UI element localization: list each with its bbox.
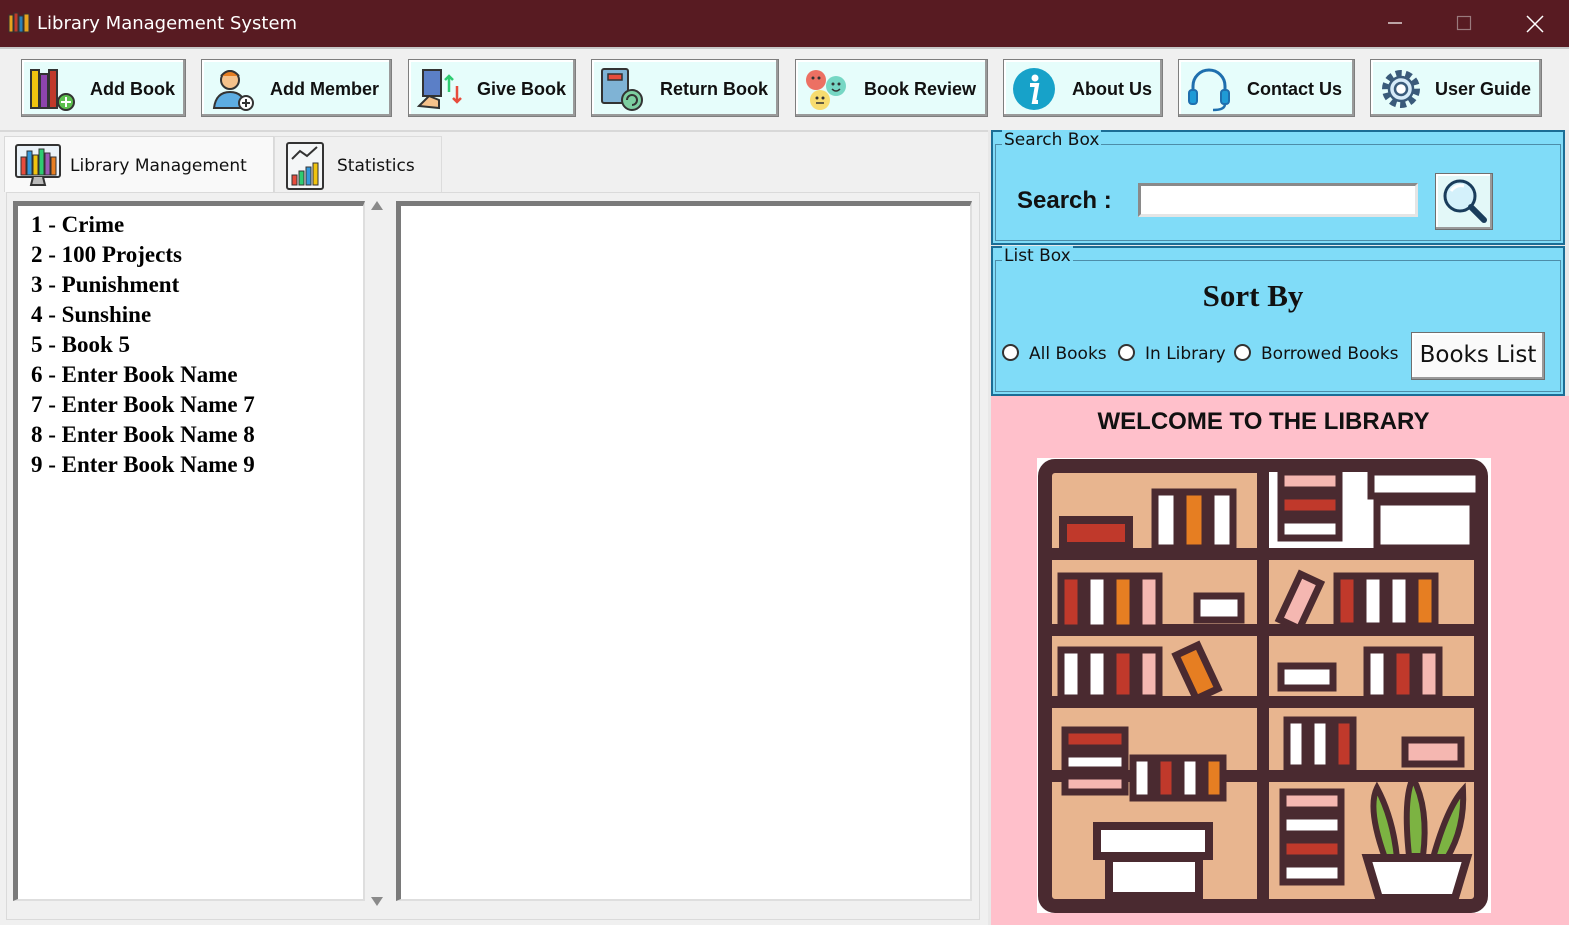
info-icon [1013,68,1055,110]
list-item[interactable]: 2 - 100 Projects [31,242,182,268]
scroll-down-icon[interactable] [371,897,383,906]
right-panel: Search Box Search : List Box Sort By All… [988,130,1569,925]
book-details-box[interactable] [396,201,972,901]
return-book-button[interactable]: Return Book [591,59,779,117]
gear-icon [1382,70,1420,108]
welcome-heading: WELCOME TO THE LIBRARY [1097,408,1430,435]
bookshelf-illustration [1037,458,1491,913]
radio-all-books-label: All Books [1029,344,1107,364]
library-monitor-icon [15,144,61,186]
return-book-label: Return Book [660,79,768,99]
about-us-button[interactable]: About Us [1003,59,1163,117]
tab-statistics[interactable]: Statistics [274,136,442,192]
add-book-label: Add Book [90,79,175,99]
magnifier-icon [1443,179,1487,223]
radio-circle-icon[interactable] [1002,344,1019,361]
list-item[interactable]: 1 - Crime [31,212,124,238]
books-add-icon [30,69,75,111]
list-box-group-label: List Box [1002,246,1073,266]
contact-us-label: Contact Us [1247,79,1343,99]
list-item[interactable]: 8 - Enter Book Name 8 [31,422,255,448]
book-listbox[interactable]: 1 - Crime 2 - 100 Projects 3 - Punishmen… [13,201,365,901]
list-item[interactable]: 7 - Enter Book Name 7 [31,392,255,418]
about-us-label: About Us [1072,79,1152,99]
radio-borrowed-books[interactable]: Borrowed Books [1234,344,1399,364]
list-box-group: List Box Sort By All Books In Library Bo… [991,246,1565,396]
add-book-button[interactable]: Add Book [21,59,186,117]
maximize-button[interactable] [1430,0,1500,47]
tab-library-management[interactable]: Library Management [4,136,274,192]
tab-statistics-label: Statistics [337,156,415,176]
radio-borrowed-books-label: Borrowed Books [1261,344,1399,364]
headset-icon [1188,68,1230,112]
close-icon [1526,15,1544,33]
radio-circle-icon[interactable] [1118,344,1135,361]
maximize-icon [1456,15,1472,31]
statistics-report-icon [286,142,324,190]
give-book-label: Give Book [477,79,567,99]
sort-by-heading: Sort By [1202,278,1304,313]
window-title: Library Management System [37,13,298,34]
list-item[interactable]: 6 - Enter Book Name [31,362,238,388]
radio-all-books[interactable]: All Books [1002,344,1107,364]
search-input[interactable] [1138,183,1418,217]
member-add-icon [212,70,254,111]
radio-circle-icon[interactable] [1234,344,1251,361]
search-label: Search : [1017,187,1112,214]
add-member-label: Add Member [270,79,380,99]
list-item[interactable]: 9 - Enter Book Name 9 [31,452,255,478]
search-box-group-label: Search Box [1002,130,1102,150]
radio-in-library[interactable]: In Library [1118,344,1226,364]
list-item[interactable]: 3 - Punishment [31,272,179,298]
notebook-tabs: Library Management Statistics [0,130,988,194]
search-button[interactable] [1435,173,1493,230]
search-box-group: Search Box Search : [991,130,1565,245]
review-faces-icon [806,70,846,110]
toolbar: Add Book Add Member Give Book Return Boo… [0,47,1569,131]
book-review-button[interactable]: Book Review [795,59,988,117]
radio-in-library-label: In Library [1145,344,1226,364]
books-app-icon [8,12,30,33]
book-list-scrollbar[interactable] [365,196,389,911]
minimize-button[interactable] [1361,0,1431,47]
minimize-icon [1388,22,1402,24]
give-book-icon [416,69,462,110]
close-button[interactable] [1500,0,1569,47]
list-item[interactable]: 4 - Sunshine [31,302,151,328]
books-list-button[interactable]: Books List [1411,332,1545,380]
book-review-label: Book Review [864,79,977,99]
return-book-icon [601,68,643,111]
contact-us-button[interactable]: Contact Us [1178,59,1355,117]
scroll-up-icon[interactable] [371,201,383,210]
user-guide-button[interactable]: User Guide [1370,59,1542,117]
title-bar: Library Management System [0,0,1569,47]
list-item[interactable]: 5 - Book 5 [31,332,130,358]
welcome-panel: WELCOME TO THE LIBRARY [991,396,1569,925]
user-guide-label: User Guide [1435,79,1532,99]
add-member-button[interactable]: Add Member [201,59,392,117]
give-book-button[interactable]: Give Book [408,59,576,117]
tab-library-management-label: Library Management [70,156,247,176]
